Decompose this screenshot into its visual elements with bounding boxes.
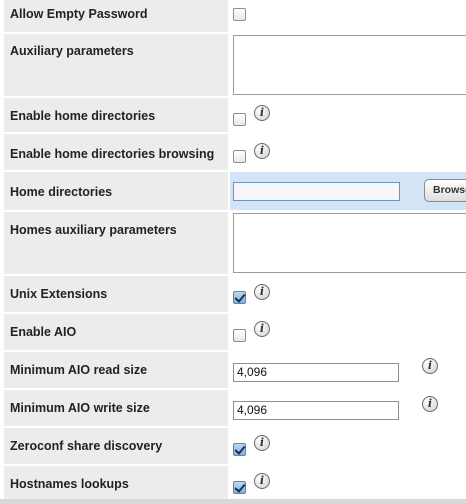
bottom-border	[0, 499, 466, 504]
row-auxiliary-parameters: Auxiliary parameters	[0, 34, 466, 96]
row-hostnames-lookups: Hostnames lookups i	[0, 466, 466, 499]
info-icon[interactable]: i	[254, 284, 270, 300]
row-value-cell: i	[230, 428, 466, 464]
info-icon[interactable]: i	[254, 105, 270, 121]
info-icon[interactable]: i	[254, 473, 270, 489]
row-label-cell: Zeroconf share discovery	[4, 428, 228, 464]
row-value-cell: i	[230, 134, 466, 170]
row-enable-aio: Enable AIO i	[0, 314, 466, 350]
homes-auxiliary-parameters-textarea[interactable]	[233, 213, 466, 273]
row-label-cell: Hostnames lookups	[4, 466, 228, 499]
home-directories-input[interactable]	[233, 182, 400, 201]
enable-home-directories-checkbox[interactable]	[233, 113, 246, 126]
allow-empty-password-label: Allow Empty Password	[10, 7, 148, 21]
enable-aio-label: Enable AIO	[10, 325, 77, 339]
minimum-aio-read-size-input[interactable]: 4,096	[233, 363, 399, 382]
info-icon[interactable]: i	[254, 435, 270, 451]
auxiliary-parameters-textarea[interactable]	[233, 35, 466, 95]
settings-form: Allow Empty Password Auxiliary parameter…	[0, 0, 466, 504]
enable-home-directories-browsing-label: Enable home directories browsing	[10, 147, 215, 161]
row-unix-extensions: Unix Extensions i	[0, 276, 466, 312]
row-value-cell	[230, 0, 466, 32]
row-label-cell: Home directories	[4, 172, 228, 210]
info-icon[interactable]: i	[254, 143, 270, 159]
row-value-cell: i	[230, 314, 466, 350]
row-label-cell: Minimum AIO write size	[4, 390, 228, 426]
minimum-aio-write-size-label: Minimum AIO write size	[10, 401, 150, 415]
info-icon[interactable]: i	[254, 321, 270, 337]
zeroconf-share-discovery-label: Zeroconf share discovery	[10, 439, 163, 453]
browse-button[interactable]: Browse	[424, 179, 466, 202]
row-homes-auxiliary-parameters: Homes auxiliary parameters	[0, 212, 466, 274]
row-label-cell: Homes auxiliary parameters	[4, 212, 228, 274]
minimum-aio-write-size-input[interactable]: 4,096	[233, 401, 399, 420]
row-label-cell: Enable home directories	[4, 98, 228, 132]
row-home-directories: Home directories Browse	[0, 172, 466, 210]
row-value-cell: i	[230, 98, 466, 132]
row-minimum-aio-write-size: Minimum AIO write size i 4,096	[0, 390, 466, 426]
hostnames-lookups-label: Hostnames lookups	[10, 477, 129, 491]
row-label-cell: Enable AIO	[4, 314, 228, 350]
minimum-aio-read-size-label: Minimum AIO read size	[10, 363, 148, 377]
row-label-cell: Auxiliary parameters	[4, 34, 228, 96]
homes-auxiliary-parameters-label: Homes auxiliary parameters	[10, 223, 177, 237]
info-icon[interactable]: i	[422, 396, 438, 412]
enable-home-directories-label: Enable home directories	[10, 109, 156, 123]
row-value-cell: i	[230, 466, 466, 499]
row-label-cell: Unix Extensions	[4, 276, 228, 312]
home-directories-label: Home directories	[10, 185, 113, 199]
row-label-cell: Minimum AIO read size	[4, 352, 228, 388]
row-zeroconf-share-discovery: Zeroconf share discovery i	[0, 428, 466, 464]
unix-extensions-checkbox[interactable]	[233, 291, 246, 304]
row-enable-home-directories: Enable home directories i	[0, 98, 466, 132]
row-value-cell: i	[230, 276, 466, 312]
row-enable-home-directories-browsing: Enable home directories browsing i	[0, 134, 466, 170]
zeroconf-share-discovery-checkbox[interactable]	[233, 443, 246, 456]
row-allow-empty-password: Allow Empty Password	[0, 0, 466, 32]
row-minimum-aio-read-size: Minimum AIO read size i 4,096	[0, 352, 466, 388]
unix-extensions-label: Unix Extensions	[10, 287, 108, 301]
row-label-cell: Enable home directories browsing	[4, 134, 228, 170]
row-label-cell: Allow Empty Password	[4, 0, 228, 32]
info-icon[interactable]: i	[422, 358, 438, 374]
enable-aio-checkbox[interactable]	[233, 329, 246, 342]
allow-empty-password-checkbox[interactable]	[233, 8, 246, 21]
enable-home-directories-browsing-checkbox[interactable]	[233, 150, 246, 163]
hostnames-lookups-checkbox[interactable]	[233, 481, 246, 494]
auxiliary-parameters-label: Auxiliary parameters	[10, 44, 134, 58]
